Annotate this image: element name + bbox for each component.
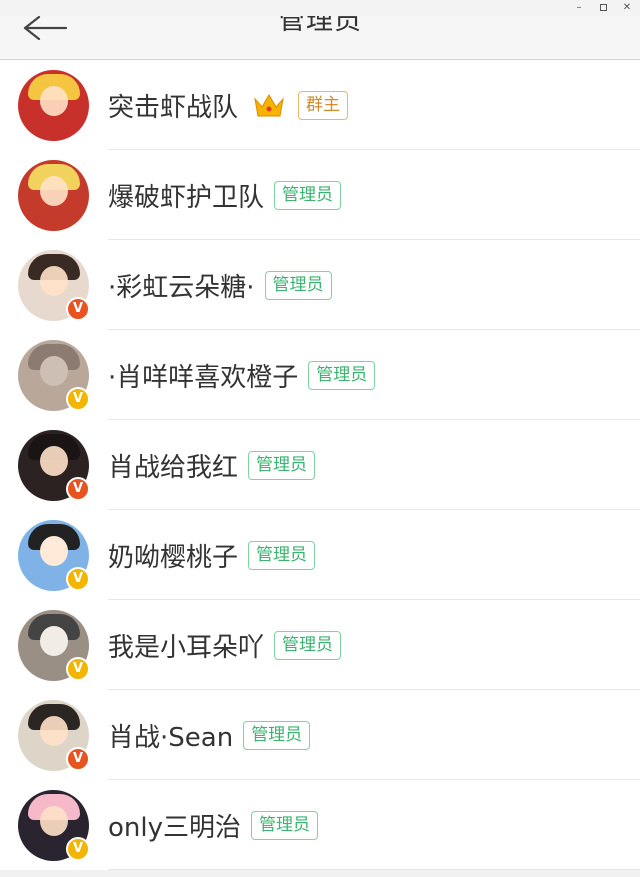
member-row[interactable]: V ·肖咩咩喜欢橙子 管理员 xyxy=(0,330,640,420)
verified-badge-icon: V xyxy=(66,567,90,591)
role-tag-admin: 管理员 xyxy=(264,270,332,300)
member-row[interactable]: 突击虾战队 群主 xyxy=(0,60,640,150)
member-row[interactable]: V only三明治 管理员 xyxy=(0,780,640,870)
page-title: 管理员 xyxy=(278,16,362,36)
member-name: only三明治 xyxy=(108,812,241,843)
admin-list: 突击虾战队 群主 爆破虾护卫队 管理员 V ·彩虹云朵糖· 管理员 V ·肖咩咩… xyxy=(0,60,640,870)
member-name: ·彩虹云朵糖· xyxy=(108,272,255,303)
member-name: ·肖咩咩喜欢橙子 xyxy=(108,362,299,393)
member-row[interactable]: V 奶呦樱桃子 管理员 xyxy=(0,510,640,600)
role-tag-owner: 群主 xyxy=(298,90,349,120)
header-bar: 管理员 xyxy=(0,16,640,60)
member-name: 肖战·Sean xyxy=(108,722,234,753)
window-titlebar: – ✕ xyxy=(0,0,640,16)
avatar xyxy=(18,160,89,231)
role-tag-admin: 管理员 xyxy=(251,810,318,840)
bottom-edge xyxy=(0,870,640,877)
role-tag-admin: 管理员 xyxy=(243,720,311,750)
member-name: 我是小耳朵吖 xyxy=(108,632,265,663)
member-name: 肖战给我红 xyxy=(108,452,239,483)
role-tag-admin: 管理员 xyxy=(274,180,342,210)
member-row[interactable]: V ·彩虹云朵糖· 管理员 xyxy=(0,240,640,330)
member-name: 爆破虾护卫队 xyxy=(108,182,265,213)
member-name: 奶呦樱桃子 xyxy=(108,542,239,573)
member-row[interactable]: V 肖战·Sean 管理员 xyxy=(0,690,640,780)
role-tag-admin: 管理员 xyxy=(248,540,316,570)
role-tag-admin: 管理员 xyxy=(274,630,342,660)
verified-badge-icon: V xyxy=(66,837,90,861)
verified-badge-icon: V xyxy=(66,747,90,771)
verified-badge-icon: V xyxy=(66,387,90,411)
verified-badge-icon: V xyxy=(66,297,90,321)
verified-badge-icon: V xyxy=(66,657,90,681)
verified-badge-icon: V xyxy=(66,477,90,501)
close-icon[interactable]: ✕ xyxy=(620,1,634,14)
crown-icon xyxy=(252,90,286,120)
member-row[interactable]: 爆破虾护卫队 管理员 xyxy=(0,150,640,240)
maximize-icon[interactable] xyxy=(596,1,610,14)
avatar xyxy=(18,70,89,141)
member-row[interactable]: V 肖战给我红 管理员 xyxy=(0,420,640,510)
minimize-icon[interactable]: – xyxy=(572,1,586,14)
role-tag-admin: 管理员 xyxy=(248,450,316,480)
member-name: 突击虾战队 xyxy=(108,92,239,123)
member-row[interactable]: V 我是小耳朵吖 管理员 xyxy=(0,600,640,690)
role-tag-admin: 管理员 xyxy=(308,360,376,390)
